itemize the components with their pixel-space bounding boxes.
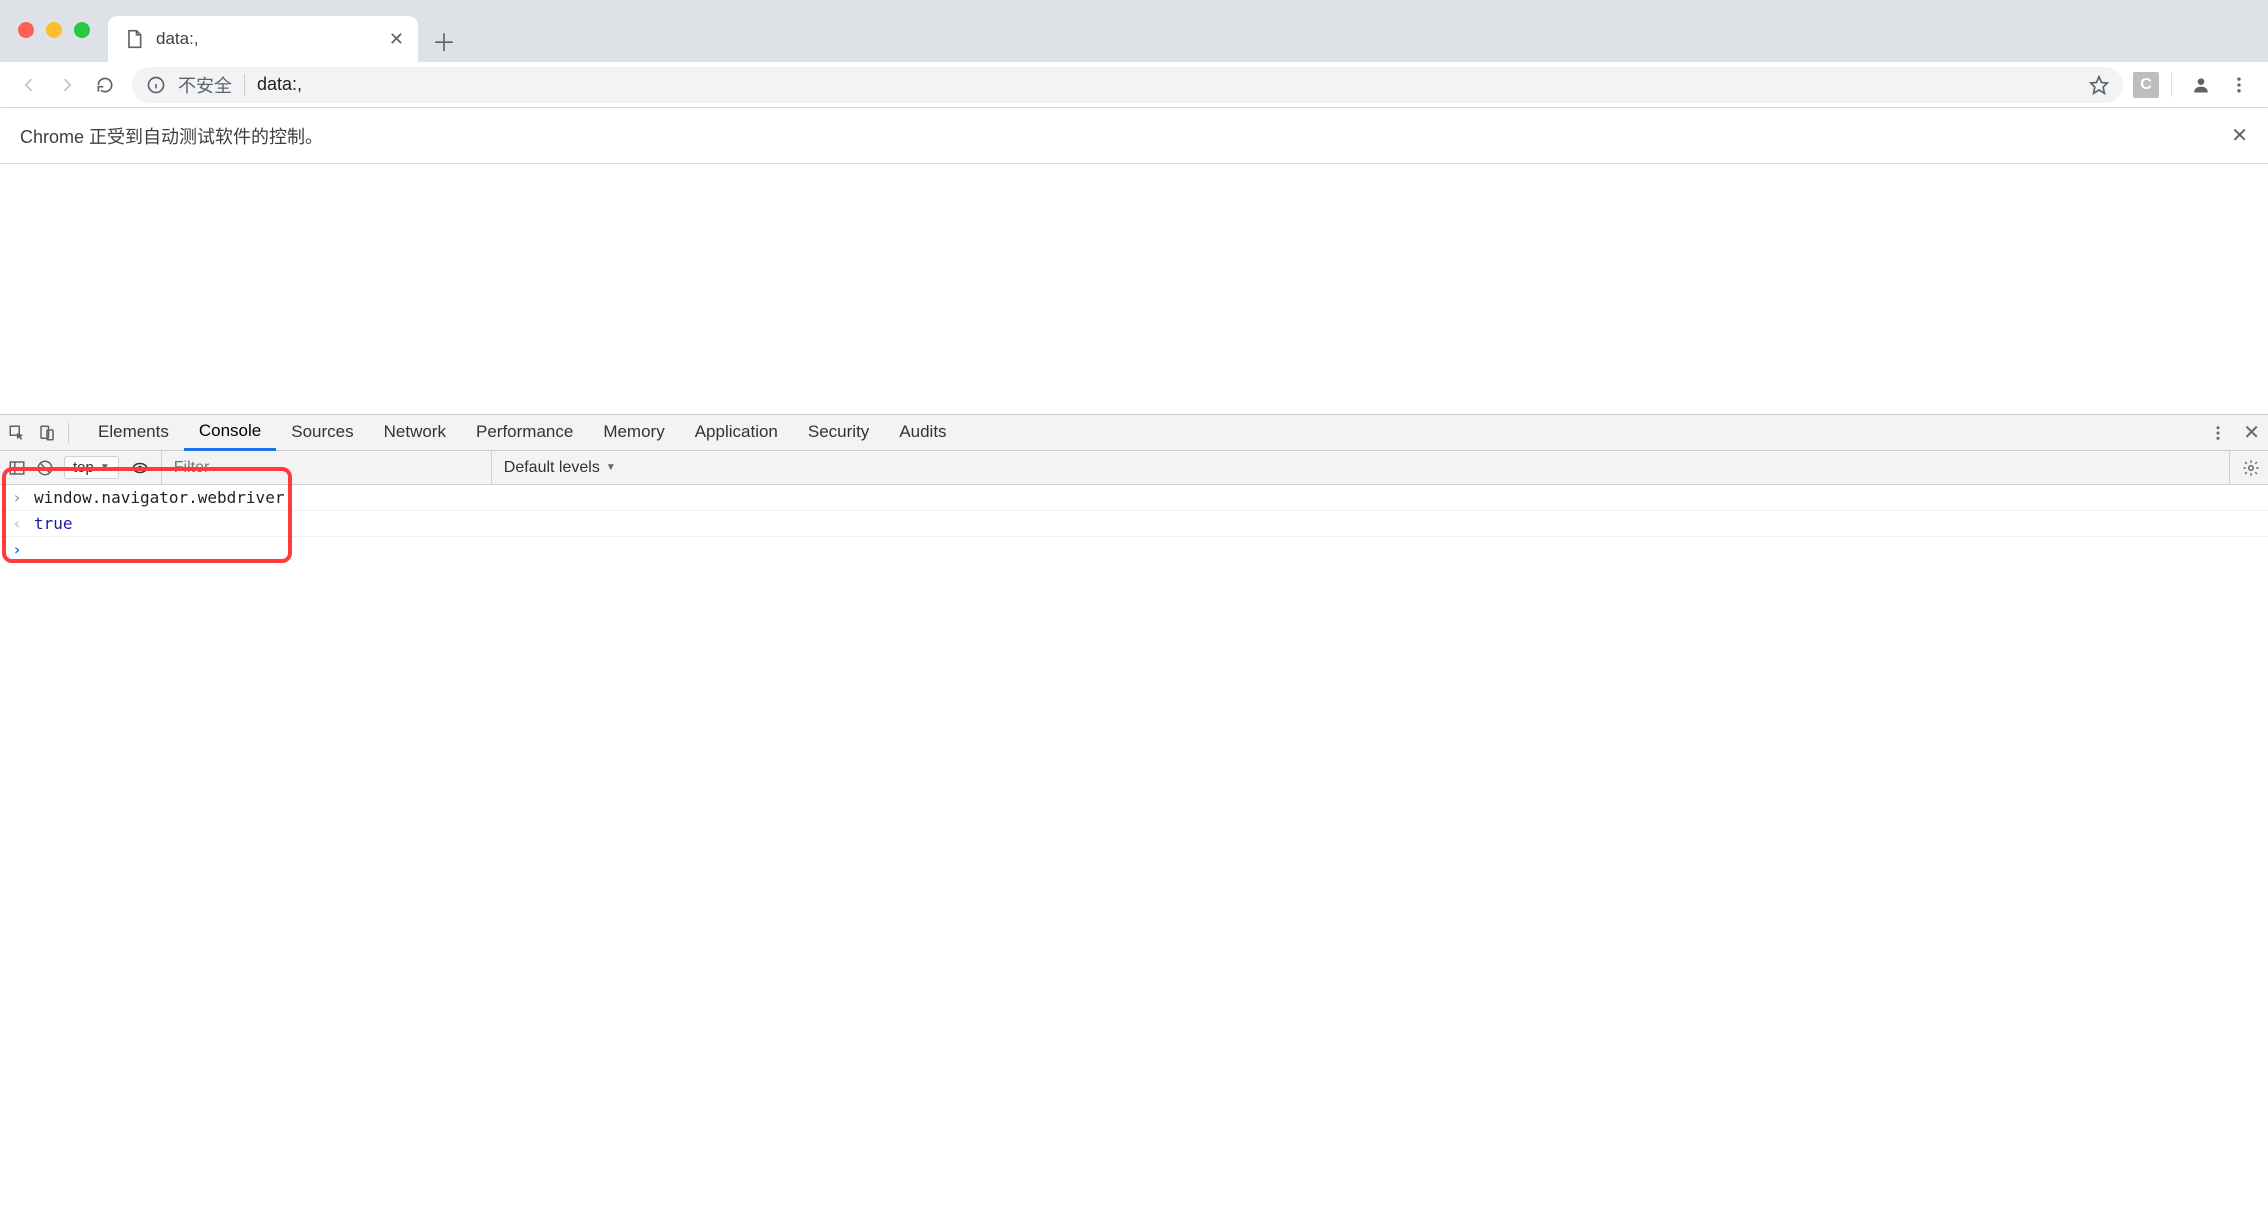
extension-badge[interactable]: C	[2133, 72, 2159, 98]
tab-strip: data:, ✕ ＋	[108, 0, 462, 62]
context-label: top	[73, 459, 94, 476]
new-tab-button[interactable]: ＋	[426, 22, 462, 58]
tab-performance[interactable]: Performance	[461, 415, 588, 451]
tab-sources[interactable]: Sources	[276, 415, 368, 451]
devtools-separator	[68, 423, 69, 443]
execution-context-selector[interactable]: top ▼	[64, 456, 119, 479]
browser-toolbar: 不安全 data:, C	[0, 62, 2268, 108]
browser-menu-button[interactable]	[2222, 68, 2256, 102]
tab-close-button[interactable]: ✕	[389, 29, 404, 50]
console-settings-icon[interactable]	[2229, 451, 2260, 484]
window-zoom-button[interactable]	[74, 22, 90, 38]
bookmark-star-icon[interactable]	[2089, 75, 2109, 95]
console-code: window.navigator.webdriver	[34, 488, 284, 507]
automation-infobar: Chrome 正受到自动测试软件的控制。 ✕	[0, 108, 2268, 164]
window-minimize-button[interactable]	[46, 22, 62, 38]
window-controls	[18, 22, 90, 38]
console-filter-input[interactable]	[161, 451, 481, 484]
tab-elements[interactable]: Elements	[83, 415, 184, 451]
chevron-down-icon: ▼	[606, 462, 616, 473]
clear-console-icon[interactable]	[36, 459, 54, 477]
tab-audits[interactable]: Audits	[884, 415, 961, 451]
tab-application[interactable]: Application	[680, 415, 793, 451]
chevron-down-icon: ▼	[100, 462, 110, 473]
inspect-element-icon[interactable]	[8, 424, 26, 442]
console-toolbar: top ▼ Default levels ▼	[0, 451, 2268, 485]
toolbar-separator	[2171, 73, 2172, 97]
log-levels-selector[interactable]: Default levels ▼	[491, 451, 628, 484]
console-prompt-line[interactable]: ›	[0, 537, 2268, 562]
infobar-message: Chrome 正受到自动测试软件的控制。	[20, 123, 2231, 149]
security-label: 不安全	[178, 72, 232, 98]
levels-label: Default levels	[504, 459, 600, 477]
devtools-panel: Elements Console Sources Network Perform…	[0, 414, 2268, 1226]
forward-button[interactable]	[50, 68, 84, 102]
back-button[interactable]	[12, 68, 46, 102]
live-expression-icon[interactable]	[129, 457, 151, 479]
devtools-tabstrip: Elements Console Sources Network Perform…	[0, 415, 2268, 451]
output-chevron-icon: ‹	[10, 514, 24, 533]
console-output[interactable]: › window.navigator.webdriver ‹ true ›	[0, 485, 2268, 1226]
tab-console[interactable]: Console	[184, 415, 276, 451]
profile-icon[interactable]	[2184, 68, 2218, 102]
console-result: true	[34, 514, 73, 533]
tab-network[interactable]: Network	[369, 415, 461, 451]
prompt-chevron-icon: ›	[10, 540, 24, 559]
tab-title: data:,	[156, 29, 377, 49]
url-text: data:,	[257, 74, 2077, 95]
console-output-line: ‹ true	[0, 511, 2268, 537]
file-icon	[124, 29, 144, 49]
console-input-line: › window.navigator.webdriver	[0, 485, 2268, 511]
address-bar[interactable]: 不安全 data:,	[132, 67, 2123, 103]
omnibox-divider	[244, 74, 245, 96]
console-sidebar-toggle-icon[interactable]	[8, 459, 26, 477]
page-viewport	[0, 164, 2268, 414]
infobar-close-button[interactable]: ✕	[2231, 123, 2248, 148]
window-close-button[interactable]	[18, 22, 34, 38]
devtools-panel-list: Elements Console Sources Network Perform…	[83, 415, 962, 451]
tab-memory[interactable]: Memory	[588, 415, 679, 451]
browser-tab[interactable]: data:, ✕	[108, 16, 418, 62]
device-toolbar-icon[interactable]	[38, 424, 56, 442]
reload-button[interactable]	[88, 68, 122, 102]
devtools-close-button[interactable]: ✕	[2243, 420, 2260, 445]
tab-security[interactable]: Security	[793, 415, 884, 451]
devtools-kebab-menu-icon[interactable]	[2209, 424, 2227, 442]
input-chevron-icon: ›	[10, 488, 24, 507]
info-icon	[146, 75, 166, 95]
window-titlebar: data:, ✕ ＋	[0, 0, 2268, 62]
